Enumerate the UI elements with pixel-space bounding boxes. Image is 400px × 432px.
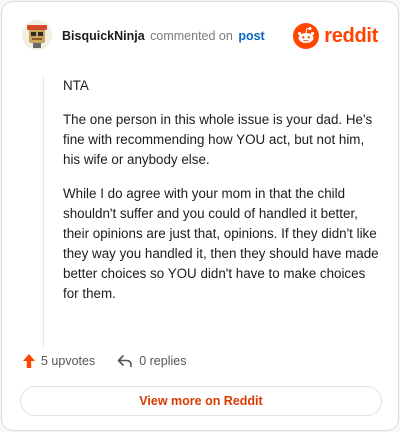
reddit-brand-link[interactable]: reddit — [293, 20, 378, 52]
comment-paragraph: NTA — [63, 78, 89, 93]
post-link[interactable]: post — [238, 29, 264, 43]
reddit-snoo-icon — [293, 23, 320, 49]
reply-control[interactable]: 0 replies — [117, 354, 186, 368]
reddit-wordmark: reddit — [324, 24, 378, 47]
view-more-label: View more on Reddit — [139, 394, 263, 408]
username-link[interactable]: BisquickNinja — [62, 29, 145, 43]
comment-header: BisquickNinja commented on post reddit — [22, 20, 382, 52]
comment-body: NTA The one person in this whole issue i… — [43, 76, 381, 348]
reply-count: 0 replies — [139, 354, 187, 368]
comment-paragraph: The one person in this whole issue is yo… — [63, 112, 373, 167]
user-avatar[interactable] — [22, 20, 52, 50]
comment-meta: BisquickNinja commented on post — [62, 29, 265, 43]
view-more-button[interactable]: View more on Reddit — [20, 386, 382, 416]
upvote-count: 5 upvotes — [41, 354, 96, 368]
reply-arrow-icon — [117, 355, 133, 368]
comment-paragraph: While I do agree with your mom in that t… — [63, 186, 379, 301]
embedded-comment-card: BisquickNinja commented on post reddit N… — [1, 1, 399, 431]
upvote-arrow-icon — [23, 354, 35, 368]
upvote-control[interactable]: 5 upvotes — [22, 353, 95, 369]
comment-footer: 5 upvotes 0 replies — [22, 350, 186, 372]
thread-line — [43, 76, 44, 348]
action-text: commented on — [150, 29, 233, 43]
avatar-image — [22, 20, 52, 50]
